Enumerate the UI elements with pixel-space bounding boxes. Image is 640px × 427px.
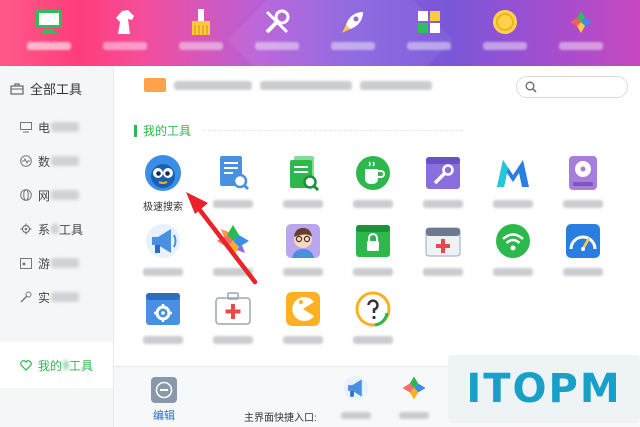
notice-tag — [144, 78, 166, 92]
tool-search-input[interactable] — [516, 76, 628, 98]
rocket-icon — [339, 8, 367, 36]
tool-boot-speed[interactable] — [553, 222, 613, 276]
tool-label: 极速搜索 — [143, 202, 183, 213]
sidebar-header-all-tools[interactable]: 全部工具 — [0, 66, 113, 110]
nav-item-trojan-scan[interactable] — [90, 8, 160, 64]
tool-health-assistant[interactable] — [343, 154, 403, 208]
nav-item-computer-checkup[interactable] — [14, 8, 84, 64]
wrench-icon — [20, 291, 32, 303]
coin-icon — [491, 8, 519, 36]
heart-icon — [20, 359, 32, 371]
monitor-icon — [35, 8, 63, 36]
gear-window-icon — [144, 290, 182, 328]
horse-icon — [111, 8, 139, 36]
gamepad-icon — [20, 257, 32, 269]
tool-disk-manager[interactable] — [553, 154, 613, 208]
megaphone-icon — [144, 222, 182, 260]
tool-first-aid[interactable] — [413, 222, 473, 276]
sidebar-item-label: 电 — [38, 120, 51, 135]
eyes-search-icon — [144, 154, 182, 192]
wifi-icon — [494, 222, 532, 260]
nav-item-cleanup[interactable] — [166, 8, 236, 64]
speedometer-icon — [564, 222, 602, 260]
green-doc-icon — [284, 154, 322, 192]
question-icon — [354, 290, 392, 328]
shortcut-announcer[interactable] — [336, 375, 376, 419]
heartbeat-icon — [20, 155, 32, 167]
brush-icon — [187, 8, 215, 36]
sidebar-item-data[interactable]: 数 — [0, 144, 113, 178]
globe-icon — [20, 189, 32, 201]
person-icon — [284, 222, 322, 260]
top-navigation-bar — [0, 0, 640, 66]
flower-icon — [214, 222, 252, 260]
tool-free-wifi[interactable] — [483, 222, 543, 276]
nav-item-system-repair[interactable] — [242, 8, 312, 64]
gear-icon — [20, 223, 32, 235]
lock-window-icon — [354, 222, 392, 260]
sidebar-item-utilities[interactable]: 实 — [0, 280, 113, 314]
tool-large-file-search[interactable] — [203, 154, 263, 208]
nav-item-coins[interactable] — [470, 8, 540, 64]
flower-icon — [402, 376, 426, 400]
edit-button[interactable]: 编辑 — [144, 377, 184, 423]
sidebar-item-label: 系 — [38, 222, 51, 237]
sidebar-header-label: 全部工具 — [30, 81, 83, 97]
sidebar: 全部工具 电 数 网 系工具 游 实 我的 工具 — [0, 66, 114, 427]
tool-system-settings[interactable] — [133, 290, 193, 344]
wrench-icon — [263, 8, 291, 36]
tool-emergency-kit[interactable] — [203, 290, 263, 344]
tool-system-tweak[interactable] — [413, 154, 473, 208]
grid-icon — [415, 8, 443, 36]
doc-search-icon — [214, 154, 252, 192]
monitor-icon — [20, 121, 32, 132]
sidebar-item-label: 游 — [38, 256, 51, 271]
tool-game-booster[interactable] — [273, 290, 333, 344]
m-logo-icon — [494, 154, 532, 192]
sidebar-item-system-tools[interactable]: 系工具 — [0, 212, 113, 246]
tool-m-app[interactable] — [483, 154, 543, 208]
nav-item-speedup[interactable] — [318, 8, 388, 64]
tool-fast-search[interactable]: 极速搜索 — [133, 154, 193, 213]
main-panel: 我的工具 极速搜索 — [114, 66, 640, 366]
sidebar-item-my-tools[interactable]: 我的 工具 — [0, 342, 113, 388]
disk-icon — [564, 154, 602, 192]
apps-icon — [567, 8, 595, 36]
cup-icon — [354, 154, 392, 192]
tool-duplicate-file-search[interactable] — [273, 154, 333, 208]
sidebar-item-label: 实 — [38, 290, 51, 305]
toolbox-icon — [10, 82, 24, 95]
sidebar-item-games[interactable]: 游 — [0, 246, 113, 280]
notice-bar[interactable] — [144, 78, 432, 92]
wrench-window-icon — [424, 154, 462, 192]
tool-software-store[interactable] — [203, 222, 263, 276]
pacman-icon — [284, 290, 322, 328]
sidebar-item-label-suffix: 工具 — [69, 358, 94, 373]
shortcut-software-store[interactable] — [394, 375, 434, 419]
sidebar-item-label: 我的 — [38, 358, 63, 373]
tool-privacy-lock[interactable] — [343, 222, 403, 276]
medkit-icon — [214, 290, 252, 328]
sidebar-item-label: 网 — [38, 188, 51, 203]
edit-label: 编辑 — [153, 410, 175, 422]
minus-icon — [151, 377, 177, 403]
shortcut-label: 主界面快捷入口: — [244, 413, 317, 424]
megaphone-icon — [343, 375, 369, 401]
medkit-window-icon — [424, 222, 462, 260]
sidebar-item-computer[interactable]: 电 — [0, 110, 113, 144]
sidebar-item-label-suffix: 工具 — [59, 222, 84, 237]
my-tools-section-title: 我的工具 — [134, 122, 464, 139]
tool-announcer[interactable] — [133, 222, 193, 276]
sidebar-item-network[interactable]: 网 — [0, 178, 113, 212]
tool-help-center[interactable] — [343, 290, 403, 344]
search-icon — [525, 81, 537, 93]
nav-item-feature-center[interactable] — [394, 8, 464, 64]
tool-ai-service[interactable] — [273, 222, 333, 276]
nav-item-software-manager[interactable] — [546, 8, 616, 64]
watermark-logo: ITOPM — [448, 355, 640, 423]
sidebar-item-label: 数 — [38, 154, 51, 169]
